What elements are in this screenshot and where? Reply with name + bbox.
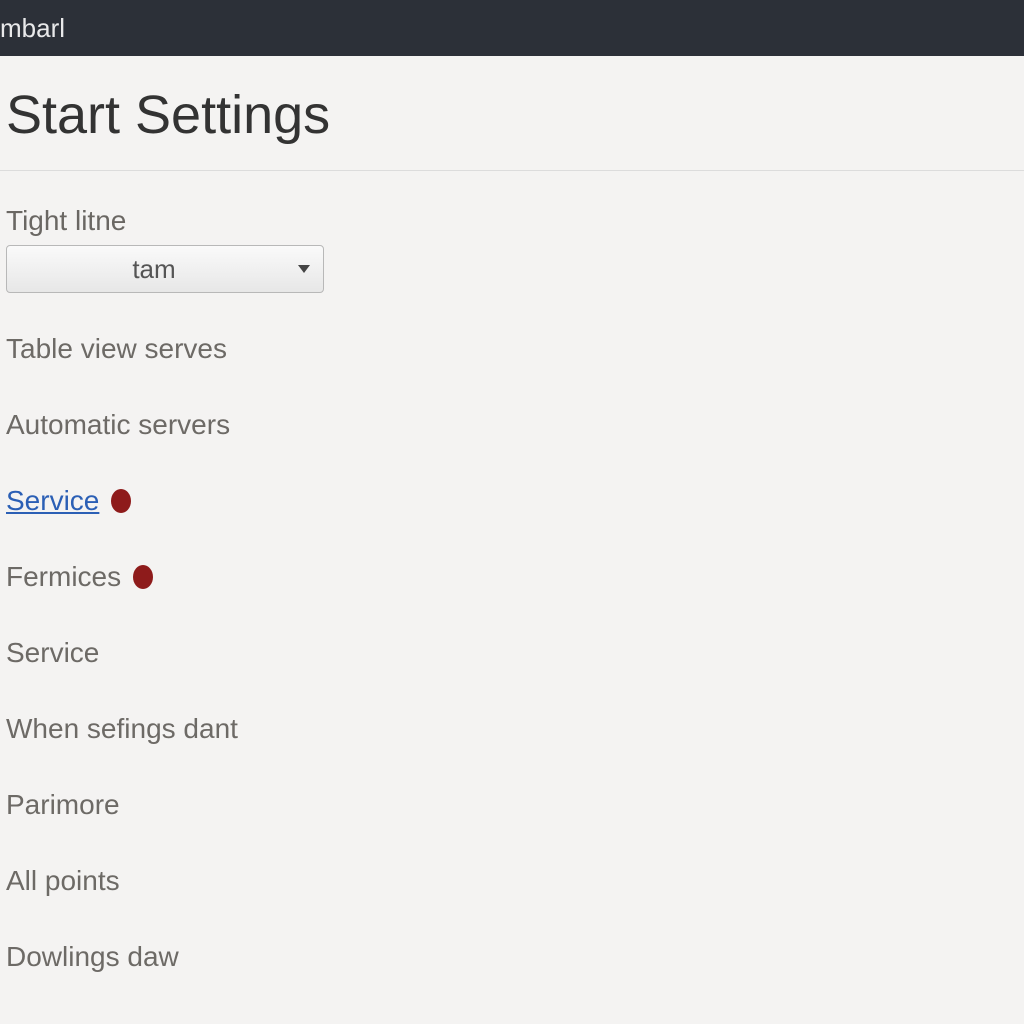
content-area: Start Settings Tight litne tam Table vie…	[0, 56, 1024, 973]
list-item[interactable]: Parimore	[6, 789, 1024, 821]
list-item[interactable]: All points	[6, 865, 1024, 897]
list-item[interactable]: Service	[6, 637, 1024, 669]
list-item[interactable]: Automatic servers	[6, 409, 1024, 441]
list-item-label: Service	[6, 637, 99, 669]
status-dot-icon	[111, 489, 131, 513]
app-title: mbarl	[0, 13, 65, 44]
dropdown-select[interactable]: tam	[6, 245, 324, 293]
list-item-link[interactable]: Service	[6, 485, 99, 517]
list-item-label: Table view serves	[6, 333, 227, 365]
list-item-label: All points	[6, 865, 120, 897]
list-item-label: Dowlings daw	[6, 941, 179, 973]
list-item-label: Parimore	[6, 789, 120, 821]
dropdown-wrap: tam	[6, 245, 324, 293]
status-dot-icon	[133, 565, 153, 589]
list-item-label: When sefings dant	[6, 713, 238, 745]
list-item[interactable]: Fermices	[6, 561, 1024, 593]
list-item[interactable]: When sefings dant	[6, 713, 1024, 745]
settings-list: Table view serves Automatic servers Serv…	[0, 333, 1024, 973]
dropdown-label: Tight litne	[6, 205, 1024, 237]
list-item-label: Fermices	[6, 561, 121, 593]
topbar: mbarl	[0, 0, 1024, 56]
dropdown-field: Tight litne tam	[0, 205, 1024, 293]
list-item-label: Automatic servers	[6, 409, 230, 441]
list-item[interactable]: Dowlings daw	[6, 941, 1024, 973]
list-item[interactable]: Service	[6, 485, 1024, 517]
list-item[interactable]: Table view serves	[6, 333, 1024, 365]
page-title: Start Settings	[0, 84, 1024, 171]
